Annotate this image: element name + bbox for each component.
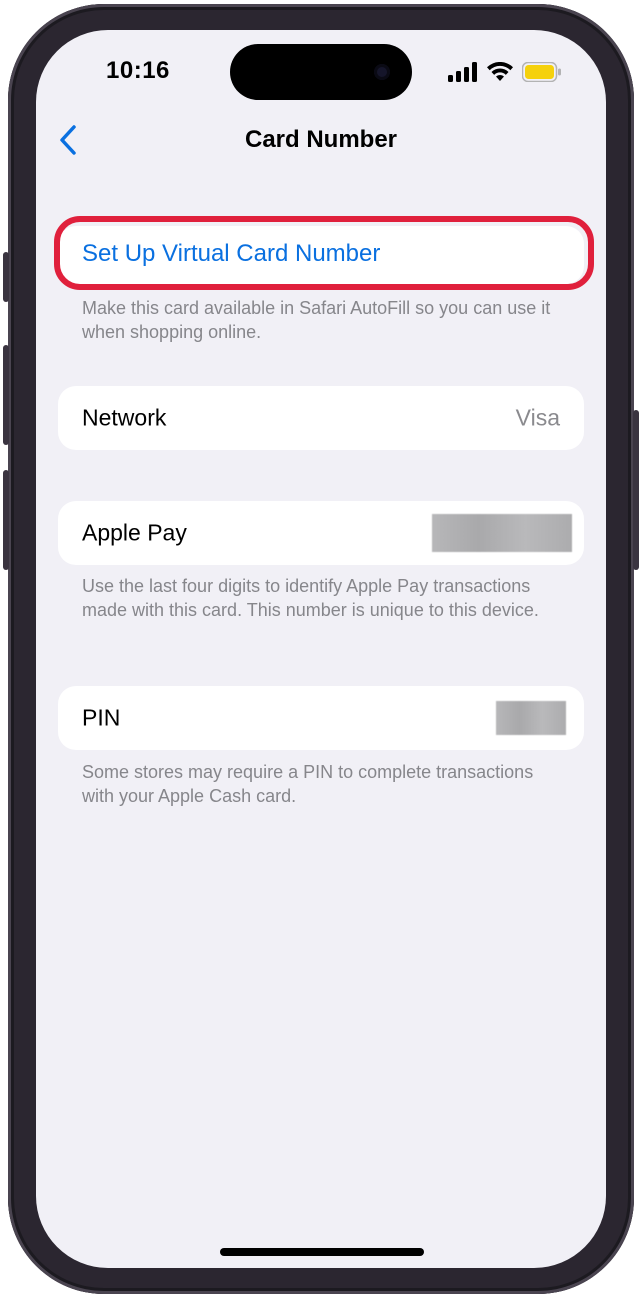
action-button: [3, 252, 9, 302]
apple-pay-label: Apple Pay: [82, 519, 187, 546]
volume-down-button: [3, 470, 9, 570]
power-button: [633, 410, 639, 570]
set-up-virtual-card-button[interactable]: Set Up Virtual Card Number: [82, 240, 380, 268]
screen: 10:16 Card Number Set Up Virtual Card Nu…: [36, 30, 606, 1268]
pin-value-redacted: [496, 701, 566, 735]
home-indicator[interactable]: [220, 1248, 424, 1256]
page-title: Card Number: [244, 126, 398, 153]
camera-icon: [374, 64, 390, 80]
network-label: Network: [82, 404, 167, 431]
status-icons: [448, 61, 562, 87]
pin-footnote: Some stores may require a PIN to complet…: [82, 762, 534, 806]
battery-level: [525, 65, 554, 79]
apple-pay-footnote: Use the last four digits to identify App…: [82, 576, 539, 620]
apple-pay-number-redacted: [432, 514, 572, 552]
pin-label: PIN: [82, 704, 121, 731]
volume-up-button: [3, 345, 9, 445]
network-row: Network Visa: [58, 386, 584, 450]
network-value: Visa: [515, 404, 560, 431]
cellular-signal-icon: [448, 62, 478, 87]
wifi-icon: [486, 61, 514, 87]
virtual-card-footnote: Make this card available in Safari AutoF…: [82, 298, 551, 342]
apple-pay-row: Apple Pay: [58, 501, 584, 565]
status-time: 10:16: [106, 57, 170, 84]
dynamic-island: [230, 44, 412, 100]
pin-row[interactable]: PIN: [58, 686, 584, 750]
battery-icon: [521, 61, 562, 87]
